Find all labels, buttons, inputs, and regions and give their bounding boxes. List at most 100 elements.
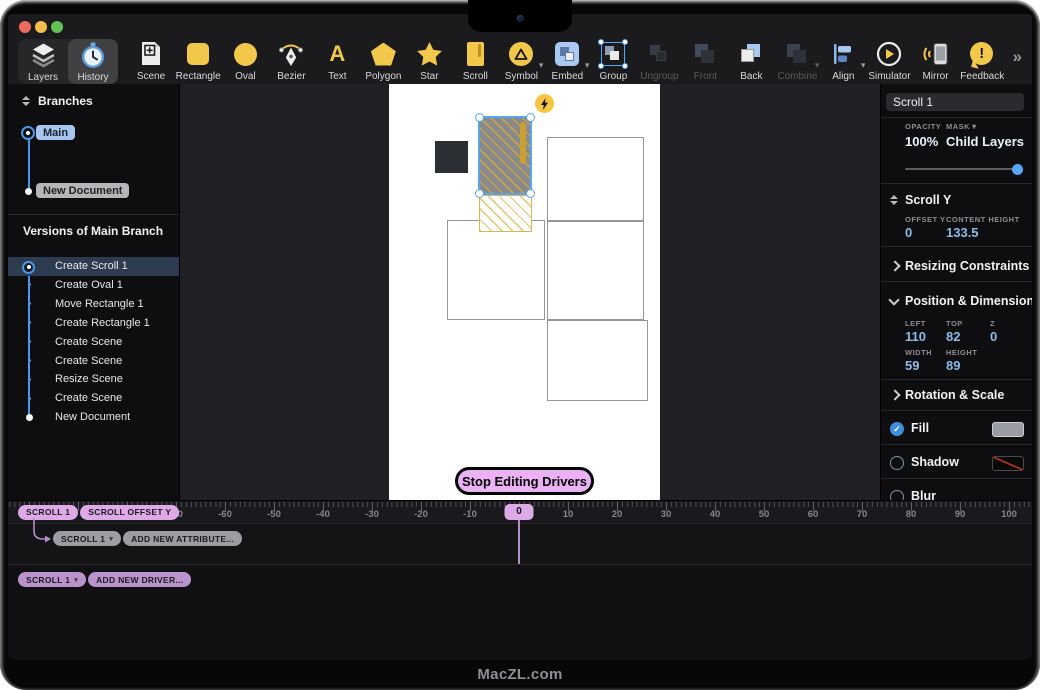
- zoom-window-button[interactable]: [51, 21, 63, 33]
- layer-name-field[interactable]: Scroll 1: [886, 93, 1024, 111]
- opacity-slider[interactable]: [905, 168, 1021, 170]
- toolbar-overflow-chevron-icon[interactable]: »: [1013, 47, 1022, 67]
- left-value[interactable]: 110: [905, 329, 926, 344]
- pill-scroll-offset-y[interactable]: SCROLL OFFSET Y: [80, 505, 179, 520]
- driver-lightning-badge[interactable]: [535, 94, 554, 113]
- version-label: Move Rectangle 1: [55, 298, 144, 310]
- canvas-outline-rect-4[interactable]: [547, 320, 648, 401]
- tool-text[interactable]: AText: [314, 39, 360, 82]
- playhead-line[interactable]: [518, 520, 520, 565]
- tool-label: Layers: [28, 72, 58, 83]
- tool-feedback[interactable]: !Feedback: [959, 39, 1006, 82]
- version-item[interactable]: Create Scene: [8, 389, 179, 408]
- pill-add-new-driver[interactable]: ADD NEW DRIVER...: [88, 572, 191, 587]
- tool-scroll[interactable]: Scroll: [452, 39, 498, 82]
- main-area: Branches Main New Document Versions of M…: [8, 84, 1032, 500]
- rotation-scale-section[interactable]: Rotation & Scale: [905, 388, 1004, 402]
- tool-label: Align: [832, 71, 854, 82]
- version-item[interactable]: Create Scroll 1: [8, 257, 179, 276]
- pill-label: SCROLL OFFSET Y: [88, 507, 171, 517]
- version-item[interactable]: Resize Scene: [8, 370, 179, 389]
- app-window: Layers History SceneRectangleOvalBezierATe…: [8, 14, 1032, 660]
- version-item[interactable]: Create Scene: [8, 351, 179, 370]
- selection-handle[interactable]: [526, 189, 535, 198]
- selection-handle[interactable]: [475, 189, 484, 198]
- fill-checkbox[interactable]: ✓: [890, 422, 904, 436]
- pill-label: SCROLL 1: [61, 534, 105, 544]
- top-value[interactable]: 82: [946, 329, 960, 344]
- resizing-constraints-section[interactable]: Resizing Constraints: [905, 259, 1029, 273]
- driver-area: SCROLL 1▾ADD NEW DRIVER...: [8, 565, 1032, 660]
- tool-simulator[interactable]: Simulator: [866, 39, 912, 82]
- tool-layers[interactable]: Layers: [18, 39, 68, 84]
- shadow-checkbox[interactable]: [890, 456, 904, 470]
- fill-swatch[interactable]: [992, 422, 1024, 437]
- version-item[interactable]: Move Rectangle 1: [8, 294, 179, 313]
- ruler-tick-label: 50: [759, 509, 770, 520]
- width-value[interactable]: 59: [905, 358, 919, 373]
- pill-add-new-attribute[interactable]: ADD NEW ATTRIBUTE...: [123, 531, 242, 546]
- canvas-outline-rect-1[interactable]: [547, 137, 644, 221]
- height-value[interactable]: 89: [946, 358, 960, 373]
- position-dimensions-section[interactable]: Position & Dimensions: [905, 294, 1032, 308]
- version-item[interactable]: New Document: [8, 408, 179, 427]
- offset-y-value[interactable]: 0: [905, 225, 912, 240]
- playhead-value-badge[interactable]: 0: [505, 504, 534, 520]
- version-item[interactable]: Create Oval 1: [8, 275, 179, 294]
- dropdown-caret-icon: ▾: [109, 535, 113, 543]
- tool-scene[interactable]: Scene: [128, 39, 174, 82]
- tool-mirror[interactable]: Mirror: [913, 39, 959, 82]
- tool-align[interactable]: ▾Align: [820, 39, 866, 82]
- canvas-dark-rectangle[interactable]: [435, 141, 468, 173]
- mask-value[interactable]: Child Layers: [946, 134, 1024, 149]
- ruler-tick-label: -10: [463, 509, 477, 520]
- front-icon: [691, 39, 719, 69]
- tool-rectangle[interactable]: Rectangle: [174, 39, 222, 82]
- tool-embed[interactable]: ▾Embed: [544, 39, 590, 82]
- timeline: -70-60-50-40-30-20-101020304050607080901…: [8, 500, 1032, 660]
- tool-oval[interactable]: Oval: [222, 39, 268, 82]
- tool-label: Group: [599, 71, 627, 82]
- tool-back[interactable]: Back: [728, 39, 774, 82]
- canvas-outline-rect-2[interactable]: [447, 220, 545, 320]
- pill-scroll-1[interactable]: SCROLL 1▾: [18, 572, 86, 587]
- close-window-button[interactable]: [19, 21, 31, 33]
- version-marker: [26, 414, 33, 421]
- tool-symbol[interactable]: ▾Symbol: [498, 39, 544, 82]
- opacity-value[interactable]: 100%: [905, 134, 938, 149]
- content-height-label: CONTENT HEIGHT: [946, 215, 1020, 224]
- selected-scroll-layer[interactable]: [478, 116, 532, 195]
- scroll-axis-icon[interactable]: [890, 195, 898, 205]
- opacity-slider-knob[interactable]: [1012, 164, 1023, 175]
- artboard[interactable]: Stop Editing Drivers: [389, 84, 660, 500]
- chevron-down-icon[interactable]: [888, 294, 899, 305]
- scroll-indicator: [520, 122, 526, 164]
- back-icon: [737, 39, 765, 69]
- canvas-outline-rect-3[interactable]: [547, 221, 644, 320]
- height-label: HEIGHT: [946, 348, 977, 357]
- z-value[interactable]: 0: [990, 329, 997, 344]
- dropdown-caret-icon: ▾: [74, 576, 78, 584]
- version-item[interactable]: Create Scene: [8, 332, 179, 351]
- version-label: Resize Scene: [55, 373, 123, 385]
- chevron-right-icon[interactable]: [889, 389, 900, 400]
- chevron-right-icon[interactable]: [889, 260, 900, 271]
- selection-handle[interactable]: [526, 113, 535, 122]
- scroll-y-title: Scroll Y: [905, 193, 951, 207]
- minimize-window-button[interactable]: [35, 21, 47, 33]
- tool-star[interactable]: Star: [406, 39, 452, 82]
- tool-label: Simulator: [868, 71, 910, 82]
- tool-group[interactable]: Group: [590, 39, 636, 82]
- tool-polygon[interactable]: Polygon: [360, 39, 406, 82]
- tool-label: History: [77, 72, 108, 83]
- tool-history[interactable]: History: [68, 39, 118, 84]
- shadow-swatch[interactable]: [992, 456, 1024, 471]
- stop-editing-drivers-button[interactable]: Stop Editing Drivers: [455, 467, 594, 495]
- selection-handle[interactable]: [475, 113, 484, 122]
- content-height-value[interactable]: 133.5: [946, 225, 979, 240]
- canvas[interactable]: Stop Editing Drivers: [180, 84, 880, 500]
- tool-bezier[interactable]: Bezier: [268, 39, 314, 82]
- blur-checkbox[interactable]: [890, 490, 904, 500]
- version-item[interactable]: Create Rectangle 1: [8, 313, 179, 332]
- pill-scroll-1[interactable]: SCROLL 1 ▾: [53, 531, 121, 546]
